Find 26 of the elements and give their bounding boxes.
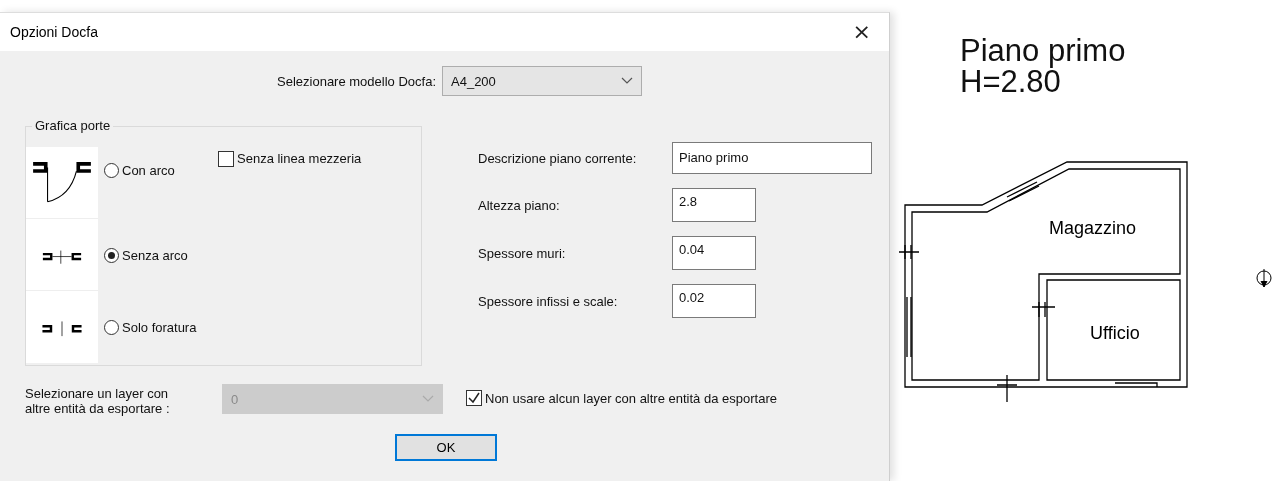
group-title: Grafica porte [32,118,114,134]
centerline-checkbox[interactable]: Senza linea mezzeria [218,147,421,167]
model-label: Selezionare modello Docfa: [276,73,436,89]
caret-icon [422,395,434,403]
caret-icon [621,77,633,85]
field-label: Spessore infissi e scale: [478,293,619,309]
door-option[interactable]: Senza arco [98,247,218,263]
window-title: Opzioni Docfa [10,24,98,40]
room-label: Ufficio [1090,323,1140,343]
field-label: Altezza piano: [478,197,561,213]
input-field[interactable]: Piano primo [672,142,872,174]
input-field[interactable]: 2.8 [672,188,756,222]
door-option[interactable]: Solo foratura [98,319,218,335]
ok-button[interactable]: OK [395,434,497,461]
no-layer-checkbox[interactable]: Non usare alcun layer con altre entità da esportare [466,390,777,406]
field-label: Spessore muri: [478,245,567,261]
input-field[interactable]: 0.04 [672,236,756,270]
plan-title: Piano primo H=2.80 [960,35,1127,97]
close-button[interactable]: × [846,21,877,43]
room-label: Magazzino [1049,218,1137,238]
field-label: Descrizione piano corrente: [478,150,638,166]
door-option[interactable]: Con arco [98,147,218,178]
check-icon [467,391,481,405]
layer-label: Selezionare un layer con altre entità da esportare : [25,385,171,416]
input-field[interactable]: 0.02 [672,284,756,318]
model-dropdown[interactable]: A4_200 [442,66,642,96]
